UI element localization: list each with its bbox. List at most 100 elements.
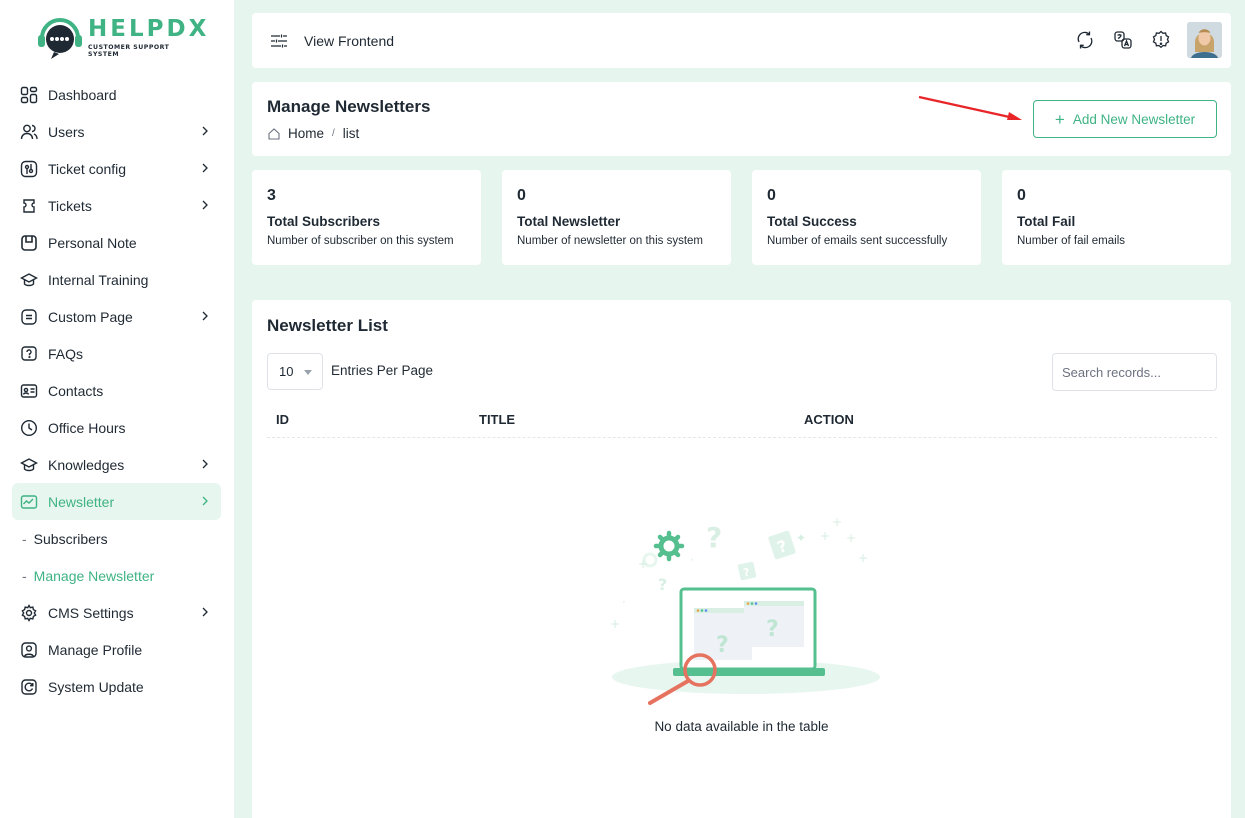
stat-description: Number of subscriber on this system <box>267 235 454 247</box>
brand-logo[interactable]: HELPDX CUSTOMER SUPPORT SYSTEM <box>36 14 206 62</box>
entries-per-page-select[interactable]: 10 <box>267 353 323 390</box>
newsletter-list-card: Newsletter List 10 Entries Per Page ID T… <box>252 300 1231 818</box>
stat-description: Number of fail emails <box>1017 235 1126 247</box>
sidebar-item-label: System Update <box>48 678 144 695</box>
stat-description: Number of emails sent successfully <box>767 235 948 247</box>
list-title: Newsletter List <box>267 316 388 335</box>
search-input[interactable] <box>1052 353 1217 391</box>
info-icon[interactable] <box>1151 30 1171 50</box>
note-icon <box>20 234 38 252</box>
page-header: Manage Newsletters Home / list + Add New… <box>252 82 1231 156</box>
empty-state-illustration: ? ? ? ? ? ? ✦ ++ +++ +·· <box>610 515 880 705</box>
svg-text:✦: ✦ <box>796 531 806 545</box>
avatar[interactable] <box>1187 22 1222 58</box>
sidebar-item-newsletter[interactable]: Newsletter <box>12 483 221 520</box>
faq-icon <box>20 345 38 363</box>
gear-icon <box>20 603 38 622</box>
svg-text:·: · <box>690 553 694 567</box>
knowledge-icon <box>20 456 38 474</box>
chevron-right-icon <box>202 126 208 136</box>
menu-toggle-icon[interactable] <box>270 32 288 50</box>
page-icon <box>20 308 38 326</box>
add-newsletter-label: Add New Newsletter <box>1072 111 1196 127</box>
stat-value: 0 <box>1017 187 1026 204</box>
chevron-right-icon <box>202 496 208 506</box>
entries-per-page-label: Entries Per Page <box>331 363 434 378</box>
breadcrumb-home[interactable]: Home <box>288 126 324 141</box>
stat-label: Total Success <box>767 214 857 229</box>
subitem-label: Subscribers <box>33 530 108 547</box>
sidebar-item-label: CMS Settings <box>48 604 134 621</box>
sync-icon[interactable] <box>1075 30 1095 50</box>
stat-value: 3 <box>267 187 276 204</box>
sidebar-item-system-update[interactable]: System Update <box>12 668 221 705</box>
subitem-label: Manage Newsletter <box>33 567 155 584</box>
stat-card-subscribers: 3 Total Subscribers Number of subscriber… <box>252 170 481 265</box>
user-photo <box>1187 22 1222 58</box>
breadcrumb: Home / list <box>267 126 359 141</box>
sidebar-item-office-hours[interactable]: Office Hours <box>12 409 221 446</box>
sidebar-item-dashboard[interactable]: Dashboard <box>12 76 221 113</box>
sidebar-item-label: Custom Page <box>48 308 133 325</box>
sidebar-subitem-subscribers[interactable]: - Subscribers <box>12 520 221 557</box>
headset-logo-icon <box>38 18 82 59</box>
chevron-right-icon <box>202 607 208 617</box>
table-header: ID TITLE ACTION <box>267 402 1217 438</box>
stat-label: Total Fail <box>1017 214 1076 229</box>
stat-description: Number of newsletter on this system <box>517 235 703 247</box>
home-icon <box>268 127 280 140</box>
svg-text:?: ? <box>706 521 722 554</box>
topbar: View Frontend <box>252 13 1231 68</box>
subitem-dash: - <box>22 567 27 584</box>
svg-text:+: + <box>846 531 856 545</box>
sidebar-item-label: Tickets <box>48 197 92 214</box>
chevron-right-icon <box>202 200 208 210</box>
sidebar-item-custom-page[interactable]: Custom Page <box>12 298 221 335</box>
caret-down-icon <box>304 370 312 375</box>
stat-value: 0 <box>767 187 776 204</box>
entries-per-page-value: 10 <box>279 364 294 379</box>
brand-name: HELPDX <box>88 16 210 42</box>
red-arrow-annotation <box>918 95 1022 120</box>
sidebar-item-contacts[interactable]: Contacts <box>12 372 221 409</box>
breadcrumb-separator: / <box>332 128 335 139</box>
stat-value: 0 <box>517 187 526 204</box>
stat-label: Total Subscribers <box>267 214 381 229</box>
sidebar-item-knowledges[interactable]: Knowledges <box>12 446 221 483</box>
sidebar-item-users[interactable]: Users <box>12 113 221 150</box>
svg-text:+: + <box>638 557 648 571</box>
sidebar-item-manage-profile[interactable]: Manage Profile <box>12 631 221 668</box>
sidebar-item-ticket-config[interactable]: Ticket config <box>12 150 221 187</box>
stat-label: Total Newsletter <box>517 214 621 229</box>
sidebar-item-label: Ticket config <box>48 160 127 177</box>
chevron-right-icon <box>202 163 208 173</box>
sidebar-item-cms-settings[interactable]: CMS Settings <box>12 594 221 631</box>
svg-text:?: ? <box>766 617 779 642</box>
tickets-icon <box>20 197 38 215</box>
contacts-icon <box>20 382 38 400</box>
sidebar-item-tickets[interactable]: Tickets <box>12 187 221 224</box>
stat-card-fail: 0 Total Fail Number of fail emails <box>1002 170 1231 265</box>
svg-text:·: · <box>622 595 626 609</box>
sidebar-item-internal-training[interactable]: Internal Training <box>12 261 221 298</box>
sidebar-item-faqs[interactable]: FAQs <box>12 335 221 372</box>
brand-tagline: CUSTOMER SUPPORT SYSTEM <box>88 44 170 58</box>
sidebar-item-label: Knowledges <box>48 456 125 473</box>
view-frontend-link[interactable]: View Frontend <box>304 33 394 49</box>
translate-icon[interactable] <box>1113 30 1133 50</box>
ticket-config-icon <box>20 160 38 178</box>
sidebar-item-label: Manage Profile <box>48 641 143 658</box>
sidebar-item-label: Users <box>48 123 85 140</box>
svg-text:+: + <box>858 551 868 565</box>
profile-icon <box>20 641 38 659</box>
column-header-action: ACTION <box>804 412 854 427</box>
sidebar-subitem-manage-newsletter[interactable]: - Manage Newsletter <box>12 557 221 594</box>
svg-text:+: + <box>820 529 830 543</box>
users-icon <box>20 123 38 141</box>
sidebar-item-personal-note[interactable]: Personal Note <box>12 224 221 261</box>
column-header-id[interactable]: ID <box>276 412 289 427</box>
page-title: Manage Newsletters <box>267 97 431 116</box>
add-newsletter-button[interactable]: + Add New Newsletter <box>1033 100 1217 138</box>
column-header-title[interactable]: TITLE <box>479 412 515 427</box>
sidebar-item-label: FAQs <box>48 345 84 362</box>
